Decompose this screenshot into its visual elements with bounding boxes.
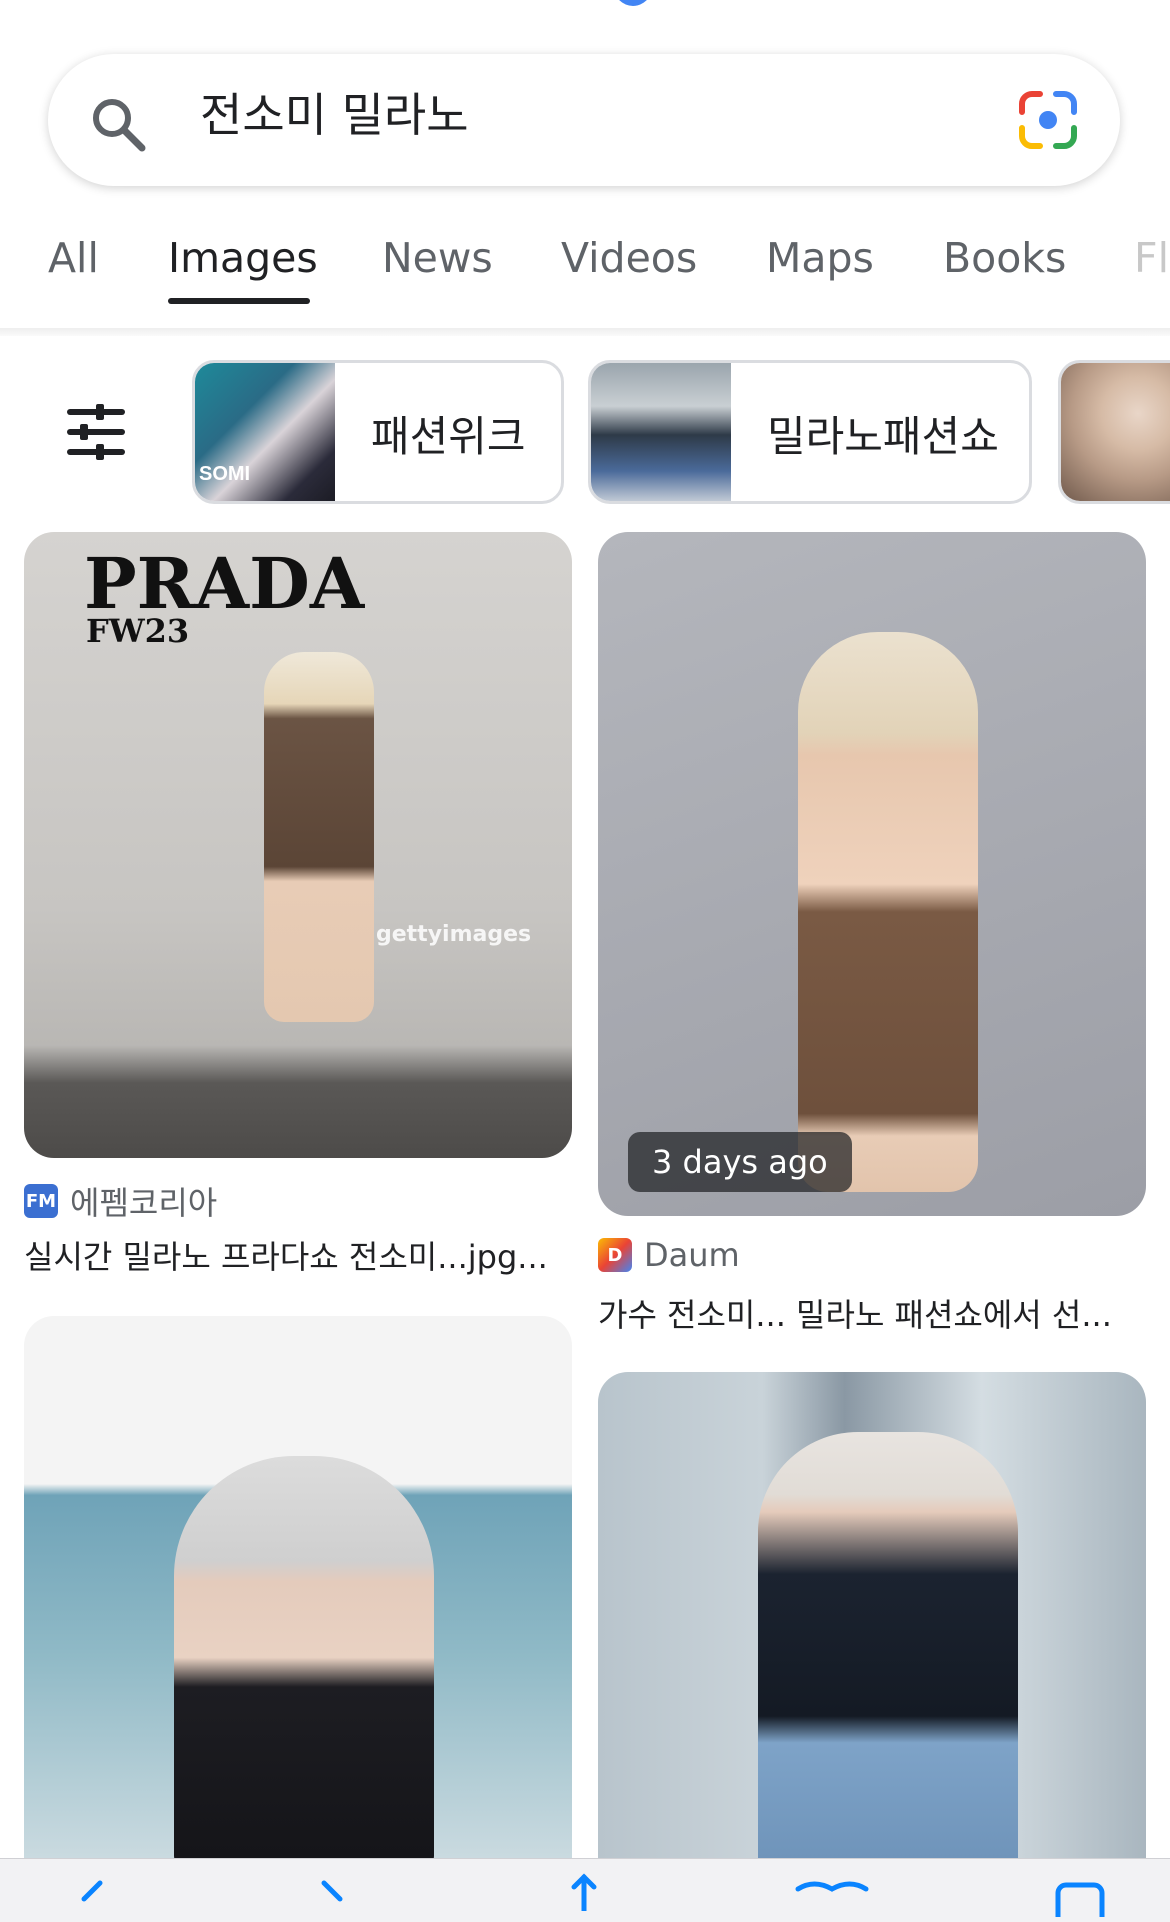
source-name: Daum — [644, 1236, 740, 1274]
tabs-icon[interactable] — [1052, 1877, 1112, 1917]
chip-thumbnail: SOMI — [195, 363, 335, 501]
chip-label: 패션위크 — [371, 412, 526, 461]
result-image-1[interactable]: PRADA FW23 gettyimages — [24, 532, 572, 1158]
result-image-4[interactable] — [598, 1372, 1146, 1876]
forward-icon[interactable] — [312, 1879, 352, 1919]
tab-maps[interactable]: Maps — [766, 234, 874, 282]
overlay-subtitle: FW23 — [86, 612, 190, 650]
result-image-2[interactable]: 3 days ago — [598, 532, 1146, 1216]
bookmarks-icon[interactable] — [792, 1877, 872, 1917]
result-caption-2[interactable]: 가수 전소미... 밀라노 패션쇼에서 선... — [598, 1290, 1146, 1336]
result-source-1[interactable]: FM 에펨코리아 — [24, 1178, 217, 1224]
chip-more[interactable] — [1058, 360, 1170, 504]
browser-toolbar — [0, 1858, 1170, 1922]
chip-label: 밀라노패션쇼 — [767, 412, 999, 461]
top-indicator — [614, 0, 652, 6]
date-badge: 3 days ago — [628, 1132, 852, 1192]
share-icon[interactable] — [564, 1871, 604, 1911]
tab-videos[interactable]: Videos — [561, 234, 697, 282]
search-icon[interactable] — [88, 94, 148, 154]
chip-thumb-text: SOMI — [199, 463, 251, 485]
tab-books[interactable]: Books — [943, 234, 1066, 282]
chip-thumbnail — [1061, 363, 1170, 501]
model-figure — [264, 652, 374, 1022]
model-figure — [174, 1456, 434, 1876]
tab-flights[interactable]: Fl — [1134, 234, 1169, 282]
chip-milan-fashion-show[interactable]: 밀라노패션쇼 — [588, 360, 1032, 504]
chip-thumbnail — [591, 363, 731, 501]
tab-all[interactable]: All — [48, 234, 99, 282]
result-caption-1[interactable]: 실시간 밀라노 프라다쇼 전소미...jpg... — [24, 1232, 572, 1278]
tab-images[interactable]: Images — [168, 234, 318, 282]
tab-news[interactable]: News — [382, 234, 493, 282]
result-source-2[interactable]: D Daum — [598, 1236, 740, 1274]
source-name: 에펨코리아 — [70, 1184, 218, 1222]
search-query[interactable]: 전소미 밀라노 — [200, 84, 469, 146]
model-figure — [798, 632, 978, 1192]
back-icon[interactable] — [72, 1879, 112, 1919]
filter-icon[interactable] — [66, 404, 126, 460]
search-bar[interactable]: 전소미 밀라노 — [48, 54, 1120, 186]
daum-favicon-icon: D — [598, 1238, 632, 1272]
chip-fashion-week[interactable]: SOMI 패션위크 — [192, 360, 564, 504]
active-tab-indicator — [168, 298, 310, 304]
model-figure — [758, 1432, 1018, 1876]
result-image-3[interactable] — [24, 1316, 572, 1876]
lens-icon[interactable] — [1016, 88, 1080, 152]
tabs-divider — [0, 328, 1170, 336]
watermark: gettyimages — [376, 922, 532, 947]
fmkorea-favicon-icon: FM — [24, 1184, 58, 1218]
